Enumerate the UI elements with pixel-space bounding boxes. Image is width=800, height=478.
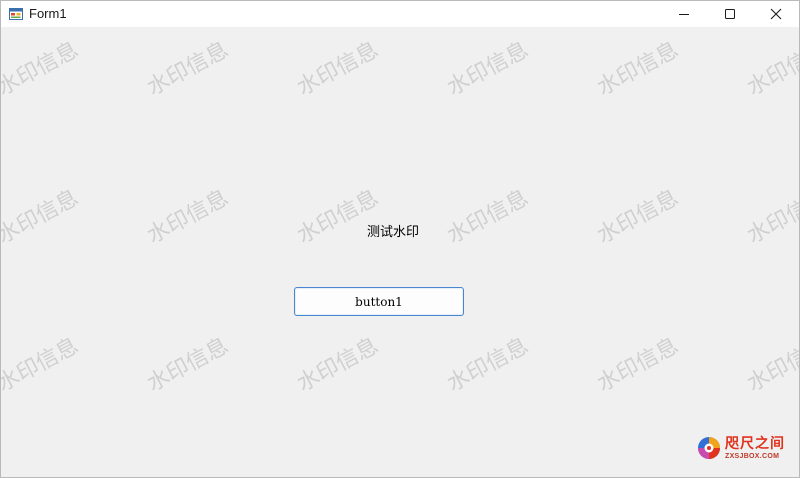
test-watermark-label: 测试水印 (366, 224, 419, 239)
title-bar[interactable]: Form1 (1, 1, 799, 27)
watermark-text: 水印信息 (143, 334, 232, 397)
watermark-text: 水印信息 (443, 38, 532, 101)
form1-window: Form1 水印信息 水印信息 水印信息 水印信息 水印信息 水印信息 水印信息 水印信息 水印… (0, 0, 800, 478)
watermark-text: 水印信息 (743, 334, 799, 397)
maximize-icon (725, 9, 735, 19)
maximize-button[interactable] (707, 1, 753, 27)
watermark-text: 水印信息 (593, 186, 682, 249)
corner-logo-domain: ZXSJBOX.COM (725, 453, 780, 460)
watermark-text: 水印信息 (1, 334, 83, 397)
close-icon (770, 8, 782, 20)
watermark-text: 水印信息 (743, 186, 799, 249)
form-app-icon (9, 8, 23, 20)
watermark-text: 水印信息 (593, 334, 682, 397)
watermark-text: 水印信息 (443, 334, 532, 397)
zxsjbox-logo-icon (698, 437, 720, 459)
close-button[interactable] (753, 1, 799, 27)
watermark-layer: 水印信息 水印信息 水印信息 水印信息 水印信息 水印信息水印信息 水印信息 水印信息 水印信息… (1, 38, 799, 397)
watermark-text: 水印信息 (143, 186, 232, 249)
button1[interactable]: button1 (294, 287, 464, 316)
corner-logo-title: 咫尺之间 (725, 436, 785, 452)
watermark-text: 水印信息 (143, 38, 232, 101)
watermark-text: 水印信息 (1, 38, 83, 101)
watermark-text: 水印信息 (443, 186, 532, 249)
watermark-text: 水印信息 (293, 334, 382, 397)
watermark-text: 水印信息 (593, 38, 682, 101)
form-client-area: 水印信息 水印信息 水印信息 水印信息 水印信息 水印信息 水印信息 水印信息 水印信息 水印信息… (1, 27, 799, 477)
window-title: Form1 (29, 6, 67, 21)
watermark-text: 水印信息 (293, 38, 382, 101)
watermark-text: 水印信息 (1, 186, 83, 249)
minimize-icon (679, 14, 689, 15)
minimize-button[interactable] (661, 1, 707, 27)
watermark-text: 水印信息 (743, 38, 799, 101)
